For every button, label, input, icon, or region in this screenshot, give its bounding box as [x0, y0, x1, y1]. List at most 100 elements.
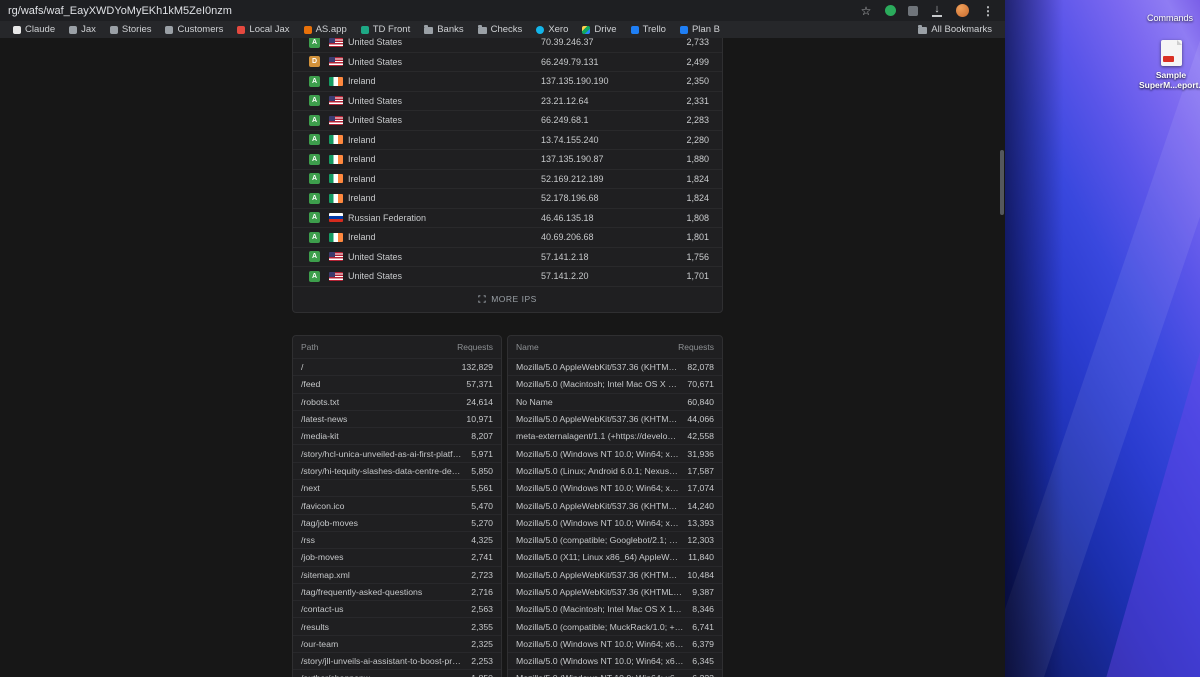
bookmark-item[interactable]: Drive: [575, 21, 623, 38]
user-agent-row[interactable]: meta-externalagent/1.1 (+https://develop…: [508, 427, 722, 444]
action-badge: A: [309, 212, 320, 224]
extension-icon[interactable]: [885, 5, 896, 16]
ip-row[interactable]: A United States 70.39.246.37 2,733: [293, 38, 722, 53]
ip-row[interactable]: A Ireland 40.69.206.68 1,801: [293, 228, 722, 248]
ip-row[interactable]: A United States 57.141.2.18 1,756: [293, 248, 722, 267]
ip-row[interactable]: A Ireland 52.178.196.68 1,824: [293, 189, 722, 209]
path-row[interactable]: /story/jll-unveils-ai-assistant-to-boost…: [293, 652, 501, 669]
bookmark-item[interactable]: Claude: [6, 21, 62, 38]
path-row[interactable]: /sitemap.xml 2,723: [293, 565, 501, 583]
ip-row[interactable]: A Ireland 137.135.190.190 2,350: [293, 72, 722, 92]
user-agent-row[interactable]: Mozilla/5.0 AppleWebKit/537.36 (KHTML, l…: [508, 409, 722, 427]
path-row[interactable]: /next 5,561: [293, 479, 501, 496]
bookmark-star-icon[interactable]: ☆: [859, 4, 873, 18]
bookmark-favicon: [536, 25, 545, 34]
user-agent-row[interactable]: Mozilla/5.0 (Windows NT 10.0; Win64; x64…: [508, 634, 722, 652]
country-flag-icon: [329, 115, 343, 125]
path-row[interactable]: /latest-news 10,971: [293, 409, 501, 427]
user-agent-row[interactable]: Mozilla/5.0 (X11; Linux x86_64) AppleWeb…: [508, 548, 722, 565]
ip-address: 57.141.2.20: [541, 271, 589, 282]
bookmark-item[interactable]: Jax: [62, 21, 103, 38]
ip-row[interactable]: A Ireland 52.169.212.189 1,824: [293, 170, 722, 189]
bookmark-item[interactable]: Local Jax: [230, 21, 296, 38]
bookmark-item[interactable]: Xero: [529, 21, 575, 38]
path-row[interactable]: /contact-us 2,563: [293, 600, 501, 617]
ip-row[interactable]: D United States 66.249.79.131 2,499: [293, 53, 722, 72]
path-row[interactable]: /rss 4,325: [293, 530, 501, 548]
request-count: 70,671: [687, 379, 714, 390]
path-row[interactable]: /tag/job-moves 5,270: [293, 513, 501, 531]
request-count: 2,716: [471, 587, 493, 597]
ip-row[interactable]: A Ireland 137.135.190.87 1,880: [293, 150, 722, 170]
path-row[interactable]: /author/shannonw 1,850: [293, 669, 501, 677]
ip-row[interactable]: A United States 66.249.68.1 2,283: [293, 111, 722, 131]
ip-row[interactable]: A Russian Federation 46.46.135.18 1,808: [293, 209, 722, 228]
download-icon[interactable]: [930, 4, 944, 18]
user-agent-row[interactable]: Mozilla/5.0 (Windows NT 10.0; Win64; x64…: [508, 479, 722, 496]
path-row[interactable]: /favicon.ico 5,470: [293, 496, 501, 513]
user-agent-row[interactable]: Mozilla/5.0 AppleWebKit/537.36 (KHTML, l…: [508, 582, 722, 600]
request-count: 2,563: [471, 604, 493, 615]
action-badge: D: [309, 56, 320, 68]
all-bookmarks-button[interactable]: All Bookmarks: [911, 21, 999, 38]
bookmark-label: Checks: [490, 24, 523, 35]
bookmark-item[interactable]: AS.app: [297, 21, 354, 38]
action-badge: A: [309, 114, 320, 126]
bookmark-item[interactable]: TD Front: [354, 21, 417, 38]
user-agent-row[interactable]: Mozilla/5.0 AppleWebKit/537.36 (KHTML, l…: [508, 565, 722, 583]
user-agent-row[interactable]: Mozilla/5.0 (Windows NT 10.0; Win64; x64…: [508, 652, 722, 669]
user-agent-row[interactable]: Mozilla/5.0 (Windows NT 10.0; Win64; x64…: [508, 444, 722, 461]
path-row[interactable]: /robots.txt 24,614: [293, 392, 501, 410]
pdf-file-label: Sample SuperM...eport.pdf: [1139, 70, 1200, 90]
extensions-puzzle-icon[interactable]: [908, 5, 918, 16]
path-row[interactable]: /story/hcl-unica-unveiled-as-ai-first-pl…: [293, 444, 501, 461]
path-value: /latest-news: [301, 414, 348, 425]
bookmark-item[interactable]: Stories: [103, 21, 159, 38]
page-content: A United States 70.39.246.37 2,733 D Uni…: [0, 38, 1005, 677]
request-count: 5,270: [471, 517, 493, 528]
action-badge: A: [309, 231, 320, 243]
path-row[interactable]: / 132,829: [293, 358, 501, 375]
ip-row[interactable]: A United States 57.141.2.20 1,701: [293, 267, 722, 287]
path-value: /robots.txt: [301, 396, 340, 407]
path-row[interactable]: /feed 57,371: [293, 375, 501, 392]
user-agent-row[interactable]: Mozilla/5.0 (Windows NT 10.0; Win64; x64…: [508, 669, 722, 677]
bookmark-item[interactable]: Banks: [417, 21, 470, 38]
user-agent-row[interactable]: Mozilla/5.0 (Linux; Android 6.0.1; Nexus…: [508, 461, 722, 479]
user-agent-row[interactable]: Mozilla/5.0 (compatible; Googlebot/2.1; …: [508, 530, 722, 548]
path-value: /favicon.ico: [301, 500, 345, 511]
path-row[interactable]: /our-team 2,325: [293, 634, 501, 652]
path-row[interactable]: /media-kit 8,207: [293, 427, 501, 444]
bookmark-item[interactable]: Customers: [158, 21, 230, 38]
user-agent-row[interactable]: Mozilla/5.0 (Macintosh; Intel Mac OS X 1…: [508, 375, 722, 392]
bookmark-item[interactable]: Checks: [471, 21, 530, 38]
scrollbar-thumb[interactable]: [1000, 150, 1004, 215]
browser-menu-icon[interactable]: ⋮: [981, 4, 995, 18]
ip-row[interactable]: A Ireland 13.74.155.240 2,280: [293, 131, 722, 150]
ip-row[interactable]: A United States 23.21.12.64 2,331: [293, 92, 722, 111]
path-row[interactable]: /tag/frequently-asked-questions 2,716: [293, 582, 501, 600]
user-agent-row[interactable]: No Name 60,840: [508, 392, 722, 410]
more-ips-button[interactable]: MORE IPS: [293, 287, 722, 312]
path-row[interactable]: /story/hi-tequity-slashes-data-centre-de…: [293, 461, 501, 479]
user-agent-row[interactable]: Mozilla/5.0 (compatible; MuckRack/1.0; +…: [508, 617, 722, 634]
request-count: 6,345: [692, 656, 714, 667]
path-row[interactable]: /results 2,355: [293, 617, 501, 634]
scrollbar[interactable]: [998, 38, 1005, 677]
path-row[interactable]: /job-moves 2,741: [293, 548, 501, 565]
bookmark-item[interactable]: Plan B: [673, 21, 727, 38]
user-agent-row[interactable]: Mozilla/5.0 AppleWebKit/537.36 (KHTML, l…: [508, 496, 722, 513]
desktop-icon-pdf[interactable]: Sample SuperM...eport.pdf: [1139, 40, 1200, 90]
user-agent-row[interactable]: Mozilla/5.0 (Macintosh; Intel Mac OS X 1…: [508, 600, 722, 617]
path-value: /: [301, 362, 304, 373]
bookmark-item[interactable]: Trello: [624, 21, 673, 38]
path-column-header: Path: [301, 342, 319, 352]
user-agent-row[interactable]: Mozilla/5.0 AppleWebKit/537.36 (KHTML, l…: [508, 358, 722, 375]
profile-avatar[interactable]: [956, 4, 969, 17]
path-value: /story/hi-tequity-slashes-data-centre-de…: [301, 465, 464, 476]
desktop-icon-commands[interactable]: Commands: [1130, 13, 1200, 23]
path-value: /sitemap.xml: [301, 569, 350, 580]
requests-column-header: Requests: [457, 342, 493, 352]
url-bar[interactable]: rg/wafs/waf_EayXWDYoMyEKh1kM5ZeI0nzm: [8, 5, 859, 17]
user-agent-row[interactable]: Mozilla/5.0 (Windows NT 10.0; Win64; x64…: [508, 513, 722, 531]
